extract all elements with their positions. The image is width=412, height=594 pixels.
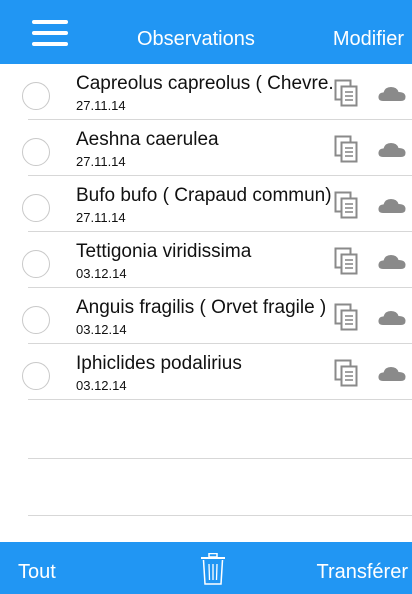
empty-row-divider (28, 515, 412, 516)
row-divider (28, 399, 412, 400)
row-select-radio[interactable] (22, 82, 50, 110)
menu-line (32, 20, 68, 24)
row-select-radio[interactable] (22, 362, 50, 390)
observation-date: 27.11.14 (76, 154, 126, 169)
cloud-upload-icon[interactable] (378, 366, 406, 382)
observation-date: 27.11.14 (76, 210, 126, 225)
observation-row[interactable]: Tettigonia viridissima 03.12.14 (0, 232, 412, 288)
observation-date: 27.11.14 (76, 98, 126, 113)
species-name: Aeshna caerulea (76, 129, 219, 150)
transfer-button[interactable]: Transférer (316, 560, 408, 584)
species-name: Tettigonia viridissima (76, 241, 252, 262)
hamburger-menu-icon[interactable] (32, 20, 68, 46)
copy-icon[interactable] (334, 303, 358, 331)
cloud-upload-icon[interactable] (378, 86, 406, 102)
observation-list: Capreolus capreolus ( Chevre... 27.11.14… (0, 64, 412, 542)
page-title: Observations (137, 28, 255, 50)
copy-icon[interactable] (334, 79, 358, 107)
observation-row[interactable]: Anguis fragilis ( Orvet fragile ) 03.12.… (0, 288, 412, 344)
observation-row[interactable]: Iphiclides podalirius 03.12.14 (0, 344, 412, 400)
top-bar: Observations Modifier (0, 0, 412, 64)
cloud-upload-icon[interactable] (378, 142, 406, 158)
bottom-toolbar: Tout Transférer (0, 542, 412, 594)
species-name: Anguis fragilis ( Orvet fragile ) (76, 297, 327, 318)
copy-icon[interactable] (334, 191, 358, 219)
row-select-radio[interactable] (22, 194, 50, 222)
copy-icon[interactable] (334, 359, 358, 387)
copy-icon[interactable] (334, 135, 358, 163)
species-name: Iphiclides podalirius (76, 353, 242, 374)
observation-row[interactable]: Bufo bufo ( Crapaud commun) 27.11.14 (0, 176, 412, 232)
menu-line (32, 42, 68, 46)
select-all-button[interactable]: Tout (18, 560, 56, 584)
observation-row[interactable]: Capreolus capreolus ( Chevre... 27.11.14 (0, 64, 412, 120)
row-select-radio[interactable] (22, 306, 50, 334)
row-select-radio[interactable] (22, 250, 50, 278)
row-select-radio[interactable] (22, 138, 50, 166)
observation-date: 03.12.14 (76, 378, 127, 393)
observation-date: 03.12.14 (76, 322, 127, 337)
trash-icon[interactable] (200, 553, 226, 585)
species-name: Capreolus capreolus ( Chevre... (76, 73, 345, 94)
cloud-upload-icon[interactable] (378, 310, 406, 326)
empty-row-divider (28, 458, 412, 459)
cloud-upload-icon[interactable] (378, 254, 406, 270)
cloud-upload-icon[interactable] (378, 198, 406, 214)
modify-button[interactable]: Modifier (333, 27, 404, 51)
observation-row[interactable]: Aeshna caerulea 27.11.14 (0, 120, 412, 176)
observation-date: 03.12.14 (76, 266, 127, 281)
species-name: Bufo bufo ( Crapaud commun) (76, 185, 332, 206)
menu-line (32, 31, 68, 35)
copy-icon[interactable] (334, 247, 358, 275)
